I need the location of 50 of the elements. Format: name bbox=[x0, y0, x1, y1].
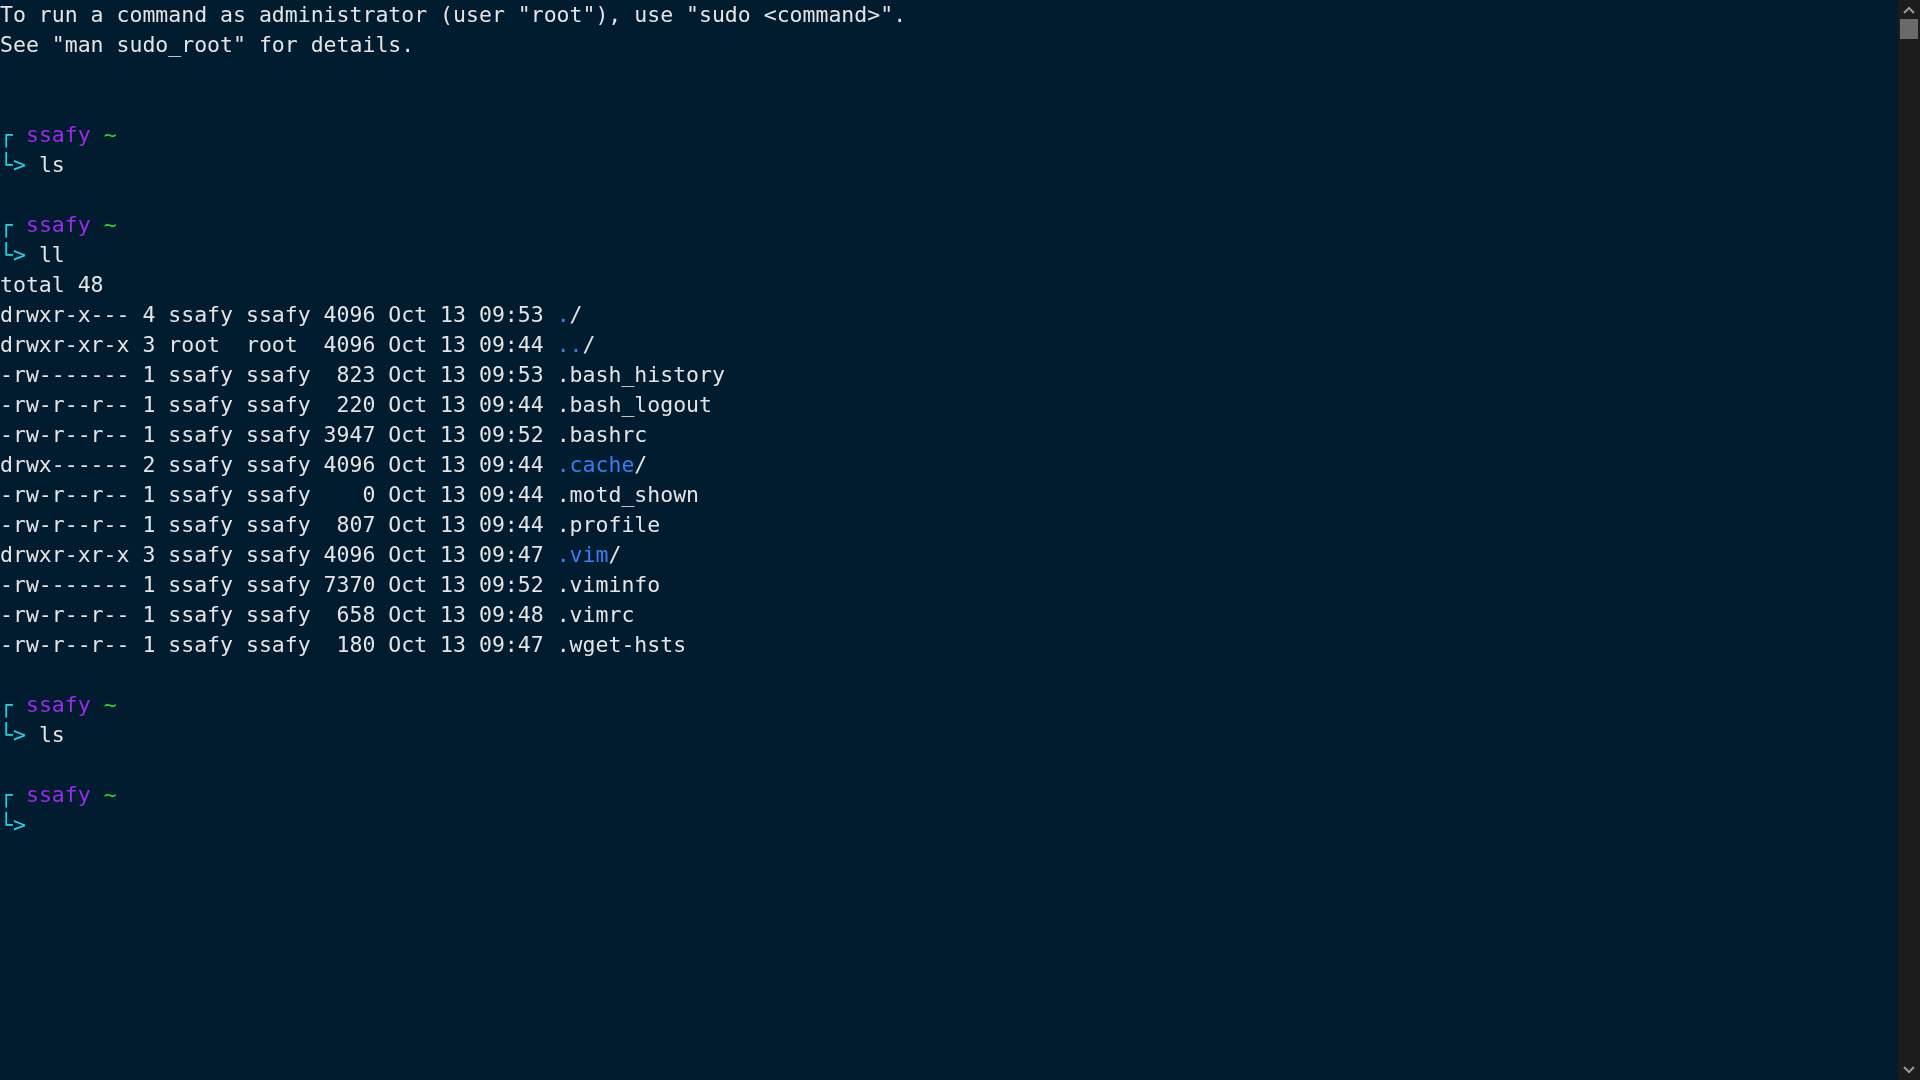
prompt-user: ssafy bbox=[25, 781, 91, 809]
scroll-up-icon[interactable] bbox=[1903, 6, 1915, 14]
file-name: .bashrc bbox=[556, 421, 648, 449]
prompt-user: ssafy bbox=[25, 121, 91, 149]
file-name: .motd_shown bbox=[556, 481, 700, 509]
file-info: -rw-r--r-- 1 ssafy ssafy 3947 Oct 13 09:52 bbox=[0, 421, 544, 449]
file-name: .vimrc bbox=[556, 601, 635, 629]
command-text: ll bbox=[38, 241, 65, 269]
prompt-corner: ┌ bbox=[0, 691, 13, 720]
file-name: .wget-hsts bbox=[556, 631, 687, 659]
file-name: ./ bbox=[556, 301, 583, 329]
output-line: To run a command as administrator (user "root"), use "sudo <command>". bbox=[0, 1, 907, 29]
file-name: ../ bbox=[556, 331, 596, 359]
prompt-corner: ┌ bbox=[0, 781, 13, 810]
scrollbar[interactable] bbox=[1898, 0, 1920, 1080]
prompt-corner: ┌ bbox=[0, 211, 13, 240]
file-info: drwxr-x--- 4 ssafy ssafy 4096 Oct 13 09:53 bbox=[0, 301, 544, 329]
output-line: See "man sudo_root" for details. bbox=[0, 31, 415, 59]
command-text: ls bbox=[38, 721, 65, 749]
file-name: .viminfo bbox=[556, 571, 661, 599]
scrollbar-thumb[interactable] bbox=[1900, 19, 1918, 39]
file-info: -rw-r--r-- 1 ssafy ssafy 0 Oct 13 09:44 bbox=[0, 481, 544, 509]
file-name: .profile bbox=[556, 511, 661, 539]
output-line: total 48 bbox=[0, 271, 104, 299]
file-name: .vim/ bbox=[556, 541, 622, 569]
file-info: -rw-r--r-- 1 ssafy ssafy 180 Oct 13 09:47 bbox=[0, 631, 544, 659]
file-info: -rw-r--r-- 1 ssafy ssafy 658 Oct 13 09:48 bbox=[0, 601, 544, 629]
file-info: drwxr-xr-x 3 ssafy ssafy 4096 Oct 13 09:47 bbox=[0, 541, 544, 569]
prompt-corner: ┌ bbox=[0, 121, 13, 150]
prompt-arrow: └> bbox=[0, 241, 26, 269]
prompt-arrow: └> bbox=[0, 151, 26, 179]
prompt-arrow: └> bbox=[0, 721, 26, 749]
scroll-down-icon[interactable] bbox=[1903, 1066, 1915, 1074]
prompt-user: ssafy bbox=[25, 691, 91, 719]
file-info: -rw-r--r-- 1 ssafy ssafy 807 Oct 13 09:44 bbox=[0, 511, 544, 539]
command-text: ls bbox=[38, 151, 65, 179]
prompt-user: ssafy bbox=[25, 211, 91, 239]
prompt-dir: ~ bbox=[103, 211, 117, 239]
file-name: .bash_history bbox=[556, 361, 725, 389]
file-name: .cache/ bbox=[556, 451, 648, 479]
prompt-dir: ~ bbox=[103, 781, 117, 809]
file-info: -rw-r--r-- 1 ssafy ssafy 220 Oct 13 09:44 bbox=[0, 391, 544, 419]
file-info: drwxr-xr-x 3 root root 4096 Oct 13 09:44 bbox=[0, 331, 544, 359]
prompt-dir: ~ bbox=[103, 691, 117, 719]
prompt-arrow: └> bbox=[0, 811, 26, 839]
file-info: -rw------- 1 ssafy ssafy 7370 Oct 13 09:52 bbox=[0, 571, 544, 599]
file-name: .bash_logout bbox=[556, 391, 712, 419]
file-info: -rw------- 1 ssafy ssafy 823 Oct 13 09:53 bbox=[0, 361, 544, 389]
prompt-dir: ~ bbox=[103, 121, 117, 149]
file-info: drwx------ 2 ssafy ssafy 4096 Oct 13 09:44 bbox=[0, 451, 544, 479]
